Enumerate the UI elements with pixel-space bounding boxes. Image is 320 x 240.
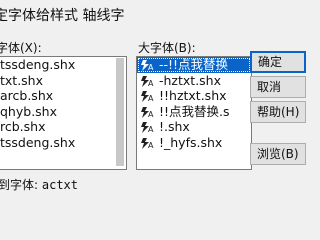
list-item-label: !!点我替换.s (159, 103, 230, 119)
list-item[interactable]: A !_hyfs.shx (137, 135, 251, 151)
font-file-icon: A (141, 122, 154, 134)
font-file-icon: A (141, 91, 154, 103)
svg-text:A: A (148, 63, 154, 72)
font-file-icon: A (141, 106, 154, 119)
svg-text:A: A (148, 79, 154, 88)
browse-button[interactable]: 浏览(B) (250, 143, 306, 165)
list-item[interactable]: txt.shx (0, 73, 126, 89)
list-item-label: !_hyfs.shx (159, 134, 223, 150)
big-font-list[interactable]: A --!!点我替换 A -hztxt.shx A !!hztxt.shx A … (136, 56, 252, 170)
list-item[interactable]: tssdeng.shx (0, 57, 126, 73)
list-item-selected[interactable]: A --!!点我替换 (137, 57, 251, 73)
list-item-label: !.shx (159, 119, 190, 134)
font-file-icon: A (141, 137, 154, 150)
font-file-icon: A (141, 60, 154, 72)
list-item[interactable]: A !!点我替换.s (137, 104, 251, 120)
font-file-icon: A (141, 75, 154, 88)
cancel-button[interactable]: 取消 (250, 76, 306, 98)
small-font-label: 字体(X): (0, 41, 42, 55)
help-button[interactable]: 帮助(H) (250, 101, 306, 123)
list-item-label: -hztxt.shx (159, 72, 221, 88)
match-font-value: actxt (41, 178, 78, 192)
list-item[interactable]: qhyb.shx (0, 104, 126, 120)
list-item[interactable]: arcb.shx (0, 88, 126, 104)
list-item-label: --!!点我替换 (159, 57, 229, 72)
ok-button[interactable]: 确定 (250, 51, 306, 73)
small-list-scrollbar[interactable] (116, 58, 124, 166)
svg-text:A: A (148, 141, 154, 150)
list-item[interactable]: rcb.shx (0, 119, 126, 135)
dialog-title: 定字体给样式 轴线字 (0, 8, 125, 24)
list-item[interactable]: tssdeng.shx (0, 135, 126, 151)
list-item[interactable]: A -hztxt.shx (137, 73, 251, 89)
list-item-label: !!hztxt.shx (159, 88, 227, 103)
svg-text:A: A (148, 125, 154, 134)
match-font-label: 到字体: (0, 178, 39, 192)
big-font-label: 大字体(B): (138, 41, 196, 55)
svg-text:A: A (148, 94, 154, 103)
svg-text:A: A (148, 110, 154, 119)
small-font-list[interactable]: tssdeng.shx txt.shx arcb.shx qhyb.shx rc… (0, 56, 127, 170)
list-item[interactable]: A !.shx (137, 119, 251, 135)
list-item[interactable]: A !!hztxt.shx (137, 88, 251, 104)
match-font-line: 到字体: actxt (0, 176, 78, 193)
